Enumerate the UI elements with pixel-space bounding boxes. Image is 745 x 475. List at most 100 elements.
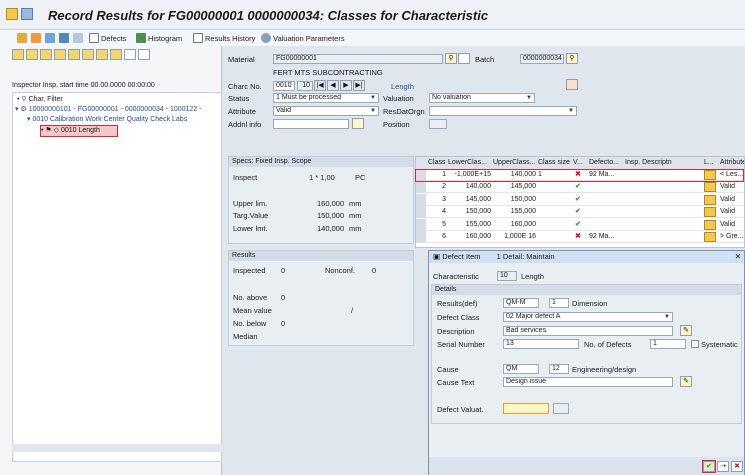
info-icon[interactable] [138,49,150,60]
cell-upper[interactable]: 1,000E 16 [493,231,536,243]
close-icon[interactable]: ✕ [735,251,741,263]
cell-attr[interactable]: Valid [720,219,744,231]
addnl-info-field[interactable] [273,119,349,129]
col-defect[interactable]: Defecto... [589,157,619,169]
save-icon[interactable] [21,8,33,20]
cell-lower[interactable]: 160,000 [448,231,491,243]
col-insp-descr[interactable]: Insp. Descriptn [625,157,672,169]
results-def-num-field[interactable]: 1 [549,298,569,308]
description-field[interactable]: Bad services [503,326,673,336]
results-def-code-field[interactable]: QM-M [503,298,539,308]
table-row[interactable]: 5 155,000 160,000 Valid ✔ [416,218,744,231]
addnl-info-icon[interactable] [352,118,364,129]
app-icon[interactable] [6,8,18,20]
material-field[interactable]: FG00000001 [273,54,443,64]
attribute-dropdown[interactable]: Valid [273,106,379,116]
position-field[interactable] [429,119,447,129]
cell-lower[interactable]: 140,000 [448,181,491,193]
table-row[interactable]: 6 160,000 1,000E 16 92 Ma... > Gre... ✖ [416,231,744,243]
col-valuation[interactable]: V... [573,157,583,169]
last-icon[interactable]: ▶| [353,80,365,91]
cell-cls[interactable]: 6 [428,231,446,243]
cell-size[interactable] [538,231,570,243]
row-selector[interactable] [416,231,426,243]
cell-size[interactable] [538,219,570,231]
row-selector[interactable] [416,206,426,219]
cell-cls[interactable]: 2 [428,181,446,193]
charc-field[interactable]: 0010 [273,81,295,91]
cell-upper[interactable]: 155,000 [493,206,536,218]
cell-upper[interactable]: 150,000 [493,194,536,206]
cell-upper[interactable]: 160,000 [493,219,536,231]
defects-button[interactable]: Defects [86,31,129,45]
col-class[interactable]: Class [428,157,446,169]
layout-icon[interactable] [68,49,80,60]
cell-def[interactable]: 92 Ma... [589,231,623,243]
cell-size[interactable] [538,181,570,193]
cell-def[interactable] [589,181,623,193]
cell-attr[interactable]: > Gre... [720,231,744,243]
first-icon[interactable]: |◀ [314,80,326,91]
cell-attr[interactable]: Valid [720,181,744,193]
sort-icon[interactable] [54,49,66,60]
col-lower[interactable]: LowerClas... [448,157,487,169]
cell-cls[interactable]: 5 [428,219,446,231]
cell-size[interactable] [538,206,570,218]
description-longtext-icon[interactable]: ✎ [680,325,692,336]
details-icon[interactable] [82,49,94,60]
cell-size[interactable] [538,194,570,206]
cause-code-field[interactable]: QM [503,364,539,374]
col-l[interactable]: L... [704,157,714,169]
print-icon[interactable] [96,49,108,60]
row-selector[interactable] [416,181,426,194]
next-icon[interactable]: ▶ [340,80,352,91]
row-selector[interactable] [416,193,426,206]
longtext-icon[interactable] [704,232,716,242]
cause-num-field[interactable]: 12 [549,364,569,374]
cell-def[interactable] [589,194,623,206]
cancel-icon[interactable]: ✖ [731,461,743,472]
cell-cls[interactable]: 3 [428,194,446,206]
col-attribute[interactable]: Attribute [720,157,744,169]
defect-class-dropdown[interactable]: 02 Major defect A [503,312,673,322]
col-size[interactable]: Class size [538,157,570,169]
resdatorgn-dropdown[interactable] [429,106,577,116]
col-upper[interactable]: UpperClass... [493,157,535,169]
row-selector[interactable] [416,218,426,231]
cell-attr[interactable]: Valid [720,194,744,206]
num-defects-field[interactable]: 1 [650,339,686,349]
tree-item-lot[interactable]: ▾ ⚙ 10000000101 - FG00000001 - 000000003… [15,105,202,115]
cell-def[interactable] [589,219,623,231]
cause-longtext-icon[interactable]: ✎ [680,376,692,387]
systematic-checkbox[interactable] [691,340,699,348]
cell-lower[interactable]: 150,000 [448,206,491,218]
longtext-icon[interactable] [704,219,716,230]
longtext-icon[interactable] [704,194,716,205]
defect-valuation-field[interactable] [503,403,549,414]
valuation-dropdown[interactable]: No valuation [429,93,535,103]
cause-text-field[interactable]: Design issue [503,377,673,387]
settings-icon[interactable] [110,49,122,60]
cell-def[interactable] [589,206,623,218]
material-copy-icon[interactable] [458,53,470,64]
table-row[interactable]: 3 145,000 150,000 Valid ✔ [416,193,744,206]
cell-lower[interactable]: 145,000 [448,194,491,206]
results-history-button[interactable]: Results History [190,31,258,45]
collapse-icon[interactable] [26,49,38,60]
histogram-button[interactable]: Histogram [133,31,185,45]
material-lookup-icon[interactable]: ⚲ [445,53,457,64]
previous-icon[interactable]: ◀ [327,80,339,91]
tree-item-operation[interactable]: ▾ 0010 Calibration Work Center Quality C… [27,115,187,125]
serial-number-field[interactable]: 13 [503,339,579,349]
longtext-icon[interactable] [704,207,716,218]
batch-field[interactable]: 0000000034 [520,54,564,64]
cell-upper[interactable]: 145,000 [493,181,536,193]
cell-attr[interactable]: Valid [720,206,744,218]
table-row[interactable]: 2 140,000 145,000 Valid ✔ [416,181,744,194]
cell-lower[interactable]: 155,000 [448,219,491,231]
table-row[interactable]: 4 150,000 155,000 Valid ✔ [416,206,744,219]
valuation-parameters-button[interactable]: Valuation Parameters [258,31,348,45]
continue-icon[interactable]: ⇢ [717,461,729,472]
status-dropdown[interactable]: 1 Must be processed [273,93,379,103]
expand-icon[interactable] [12,49,24,60]
